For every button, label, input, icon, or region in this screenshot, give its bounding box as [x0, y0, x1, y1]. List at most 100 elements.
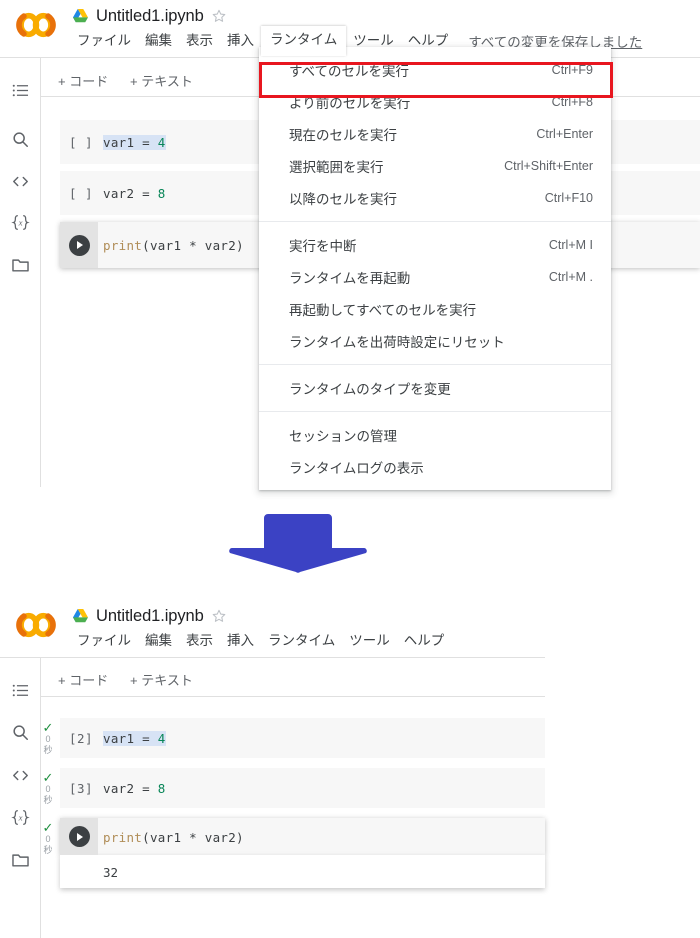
- menu-item-interrupt[interactable]: 実行を中断 Ctrl+M I: [259, 229, 611, 261]
- menu-item-accel: Ctrl+F8: [551, 95, 593, 109]
- menu-item-accel: Ctrl+F10: [544, 191, 593, 205]
- bottom-left-rail: x: [0, 658, 40, 938]
- exec-seconds-unit: 秒: [43, 795, 53, 805]
- exec-seconds-count: 0: [45, 734, 51, 744]
- menu-item-label: ランタイムのタイプを変更: [289, 382, 451, 397]
- variables-icon[interactable]: x: [11, 808, 30, 827]
- menu-separator-3: [259, 411, 611, 412]
- cell-3-code-top[interactable]: print(var1 * var2): [103, 238, 244, 253]
- code-snippets-icon[interactable]: [11, 172, 30, 191]
- success-check-icon: ✓: [42, 820, 54, 835]
- menu-item-label: ランタイムを再起動: [289, 271, 411, 286]
- menu-item-run-before[interactable]: より前のセルを実行 Ctrl+F8: [259, 86, 611, 118]
- menu-edit[interactable]: 編集: [138, 28, 179, 54]
- bottom-title-row: Untitled1.ipynb: [72, 604, 227, 628]
- menu-insert[interactable]: 挿入: [220, 28, 261, 54]
- cell-1-prompt-bottom[interactable]: [2]: [69, 731, 93, 746]
- menu-view[interactable]: 表示: [179, 628, 220, 654]
- menu-item-label: 現在のセルを実行: [289, 128, 397, 143]
- menu-item-run-current[interactable]: 現在のセルを実行 Ctrl+Enter: [259, 118, 611, 150]
- cell-1-exec-status-bottom: ✓ 0 秒: [38, 720, 58, 756]
- menu-item-restart-and-run-all[interactable]: 再起動してすべてのセルを実行: [259, 293, 611, 325]
- star-icon[interactable]: [211, 8, 227, 24]
- menu-item-manage-sessions[interactable]: セッションの管理: [259, 419, 611, 451]
- top-title-row: Untitled1.ipynb: [72, 4, 227, 28]
- menu-edit[interactable]: 編集: [138, 628, 179, 654]
- menu-tools[interactable]: ツール: [342, 628, 397, 654]
- menu-file[interactable]: ファイル: [70, 628, 138, 654]
- menu-item-label: 再起動してすべてのセルを実行: [289, 303, 477, 318]
- menu-file[interactable]: ファイル: [70, 28, 138, 54]
- menu-view[interactable]: 表示: [179, 28, 220, 54]
- menu-item-accel: Ctrl+Shift+Enter: [504, 159, 593, 173]
- success-check-icon: ✓: [42, 720, 54, 735]
- menu-item-label: ランタイムログの表示: [289, 461, 424, 476]
- colab-logo[interactable]: [15, 610, 57, 640]
- file-title[interactable]: Untitled1.ipynb: [96, 607, 204, 626]
- cell-2-code-bottom[interactable]: var2 = 8: [103, 781, 166, 796]
- bottom-header-divider: [0, 657, 545, 658]
- exec-seconds-unit: 秒: [43, 745, 53, 755]
- menu-item-accel: Ctrl+M I: [548, 238, 593, 252]
- menu-item-run-all[interactable]: すべてのセルを実行 Ctrl+F9: [259, 54, 611, 86]
- menu-item-run-selection[interactable]: 選択範囲を実行 Ctrl+Shift+Enter: [259, 150, 611, 182]
- cell-2-prompt-bottom[interactable]: [3]: [69, 781, 93, 796]
- cell-2-code-top[interactable]: var2 = 8: [103, 186, 166, 201]
- file-title[interactable]: Untitled1.ipynb: [96, 7, 204, 26]
- menu-item-label: 選択範囲を実行: [289, 160, 384, 175]
- search-icon[interactable]: [11, 723, 30, 742]
- top-left-rail: x: [0, 58, 40, 488]
- drive-icon: [72, 608, 89, 624]
- menu-item-run-after[interactable]: 以降のセルを実行 Ctrl+F10: [259, 182, 611, 214]
- menu-item-accel: Ctrl+M .: [548, 270, 593, 284]
- menu-item-label: より前のセルを実行: [289, 96, 411, 111]
- table-of-contents-icon[interactable]: [11, 81, 30, 100]
- menu-runtime[interactable]: ランタイム: [261, 25, 347, 56]
- svg-text:x: x: [18, 218, 23, 228]
- cell-1-prompt-top[interactable]: [ ]: [69, 135, 93, 150]
- add-code-button-top[interactable]: + コード: [58, 71, 108, 90]
- run-cell-button-top[interactable]: [60, 222, 98, 268]
- menu-item-accel: Ctrl+F9: [551, 63, 593, 77]
- add-text-button-bottom[interactable]: + テキスト: [130, 670, 193, 689]
- cell-1-code-top[interactable]: var1 = 4: [103, 135, 166, 150]
- menu-insert[interactable]: 挿入: [220, 628, 261, 654]
- code-snippets-icon[interactable]: [11, 766, 30, 785]
- table-of-contents-icon[interactable]: [11, 681, 30, 700]
- top-rail-divider: [40, 58, 41, 488]
- menu-item-factory-reset-runtime[interactable]: ランタイムを出荷時設定にリセット: [259, 325, 611, 357]
- svg-text:x: x: [18, 813, 23, 823]
- bottom-header-bar: Untitled1.ipynb ファイル 編集 表示 挿入 ランタイム ツール …: [0, 600, 545, 658]
- colab-logo[interactable]: [15, 10, 57, 40]
- cell-output-text: 32: [103, 865, 119, 880]
- files-folder-icon[interactable]: [11, 255, 30, 274]
- add-code-button-bottom[interactable]: + コード: [58, 670, 108, 689]
- menu-item-accel: Ctrl+Enter: [536, 127, 593, 141]
- cell-3-code-bottom[interactable]: print(var1 * var2): [103, 830, 244, 845]
- cell-1-code-bottom[interactable]: var1 = 4: [103, 731, 166, 746]
- files-folder-icon[interactable]: [11, 850, 30, 869]
- runtime-dropdown-menu: すべてのセルを実行 Ctrl+F9 より前のセルを実行 Ctrl+F8 現在のセ…: [259, 47, 611, 490]
- cell-3-output-bottom: 32: [60, 855, 545, 888]
- menu-item-view-runtime-logs[interactable]: ランタイムログの表示: [259, 451, 611, 483]
- menu-runtime[interactable]: ランタイム: [261, 628, 342, 654]
- cell-2-exec-status-bottom: ✓ 0 秒: [38, 770, 58, 806]
- menu-item-change-runtime-type[interactable]: ランタイムのタイプを変更: [259, 372, 611, 404]
- success-check-icon: ✓: [42, 770, 54, 785]
- cell-3-exec-status-bottom: ✓ 0 秒: [38, 820, 58, 856]
- bottom-menubar: ファイル 編集 表示 挿入 ランタイム ツール ヘルプ: [70, 628, 451, 654]
- play-icon: [68, 826, 90, 847]
- variables-icon[interactable]: x: [11, 213, 30, 232]
- menu-separator-1: [259, 221, 611, 222]
- menu-item-label: すべてのセルを実行: [289, 64, 410, 79]
- down-arrow-icon: [224, 512, 372, 574]
- cell-2-prompt-top[interactable]: [ ]: [69, 186, 93, 201]
- run-cell-button-bottom[interactable]: [60, 818, 98, 855]
- exec-seconds-count: 0: [45, 784, 51, 794]
- menu-item-restart-runtime[interactable]: ランタイムを再起動 Ctrl+M .: [259, 261, 611, 293]
- add-text-button-top[interactable]: + テキスト: [130, 71, 193, 90]
- star-icon[interactable]: [211, 608, 227, 624]
- menu-help[interactable]: ヘルプ: [397, 628, 452, 654]
- search-icon[interactable]: [11, 130, 30, 149]
- bottom-toolbar-divider: [41, 696, 545, 697]
